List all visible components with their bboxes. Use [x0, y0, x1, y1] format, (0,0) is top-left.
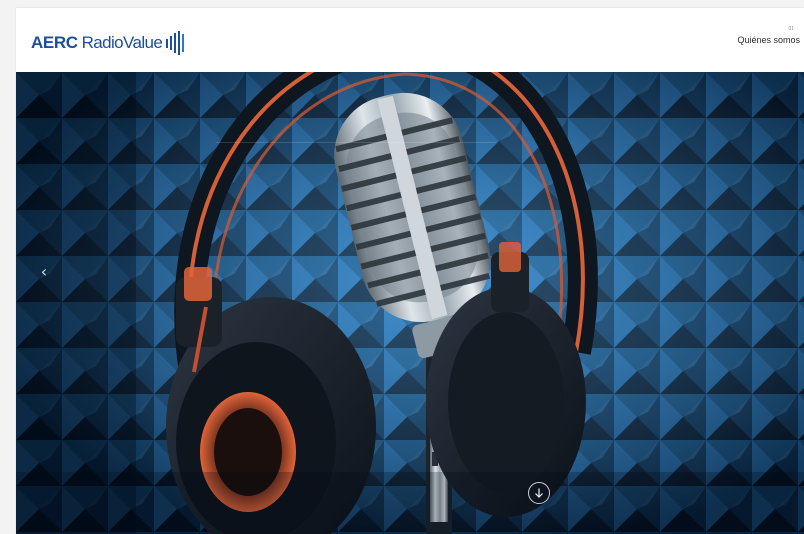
logo-aerc-text: AERC	[31, 33, 78, 52]
sound-bars-icon	[166, 31, 185, 55]
site-header: AERC RadioValue 01 Quiénes somos	[16, 8, 804, 72]
chevron-left-icon[interactable]: ‹	[34, 258, 54, 286]
arrow-down-circle-icon[interactable]	[528, 482, 550, 504]
hero-divider-line	[216, 142, 496, 143]
nav-item-label: Quiénes somos	[737, 35, 800, 45]
nav-quienes-somos[interactable]: 01 Quiénes somos	[710, 26, 800, 54]
site-logo[interactable]: AERC RadioValue	[31, 29, 187, 57]
logo-radiovalue-text: RadioValue	[81, 33, 163, 52]
hero-slider: ‹	[16, 72, 804, 534]
nav-item-number: 01	[788, 26, 794, 32]
page: AERC RadioValue 01 Quiénes somos ‹	[16, 8, 804, 534]
